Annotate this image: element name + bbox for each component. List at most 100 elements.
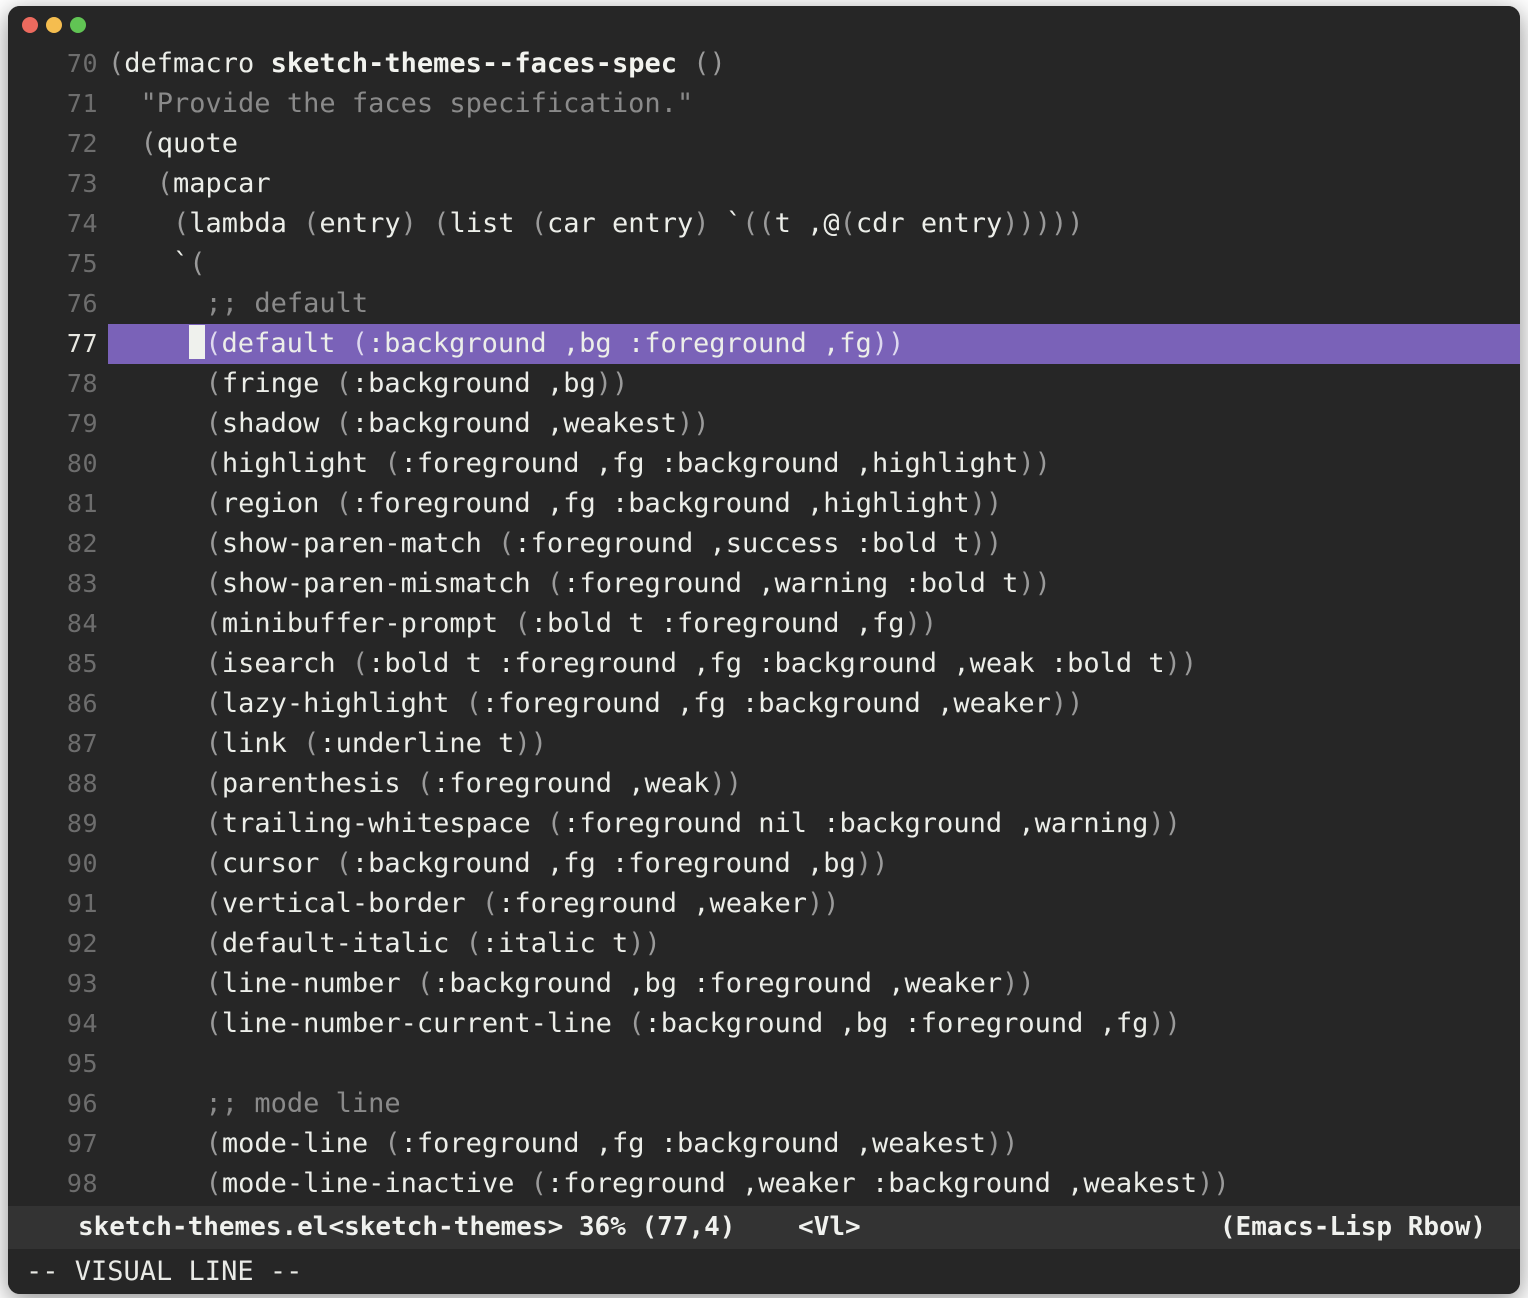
line-number: 89 bbox=[66, 809, 98, 838]
mode-line: sketch-themes.el<sketch-themes> 36% (77,… bbox=[8, 1206, 1520, 1249]
code-line-text[interactable]: "Provide the faces specification." bbox=[108, 84, 1520, 124]
code-line-text[interactable]: (show-paren-mismatch (:foreground ,warni… bbox=[108, 564, 1520, 604]
code-line-text[interactable]: (default-italic (:italic t)) bbox=[108, 924, 1520, 964]
code-line-current[interactable]: 77 (default (:background ,bg :foreground… bbox=[8, 324, 1520, 364]
maximize-window-icon[interactable] bbox=[70, 17, 86, 33]
line-number: 84 bbox=[66, 609, 98, 638]
code-buffer[interactable]: 70 (defmacro sketch-themes--faces-spec ()… bbox=[8, 44, 1520, 1206]
code-line-text[interactable]: ;; mode line bbox=[108, 1084, 1520, 1124]
line-number: 77 bbox=[66, 329, 98, 358]
line-number: 99 bbox=[8, 1204, 108, 1206]
code-line[interactable]: 87 (link (:underline t)) bbox=[8, 724, 1520, 764]
code-line[interactable]: 80 (highlight (:foreground ,fg :backgrou… bbox=[8, 444, 1520, 484]
code-line[interactable]: 99 bbox=[8, 1204, 1520, 1206]
code-line-text[interactable]: (default (:background ,bg :foreground ,f… bbox=[108, 324, 1520, 364]
line-number: 88 bbox=[66, 769, 98, 798]
code-line-text[interactable]: (minibuffer-prompt (:bold t :foreground … bbox=[108, 604, 1520, 644]
code-line-text[interactable]: (highlight (:foreground ,fg :background … bbox=[108, 444, 1520, 484]
code-line-text[interactable] bbox=[108, 1044, 1520, 1084]
line-number: 76 bbox=[66, 289, 98, 318]
line-number: 85 bbox=[66, 649, 98, 678]
code-line[interactable]: 76 ;; default bbox=[8, 284, 1520, 324]
code-line-text[interactable]: (line-number (:background ,bg :foregroun… bbox=[108, 964, 1520, 1004]
line-number: 72 bbox=[66, 129, 98, 158]
code-line[interactable]: 78 (fringe (:background ,bg)) bbox=[8, 364, 1520, 404]
line-number: 91 bbox=[66, 889, 98, 918]
code-line[interactable]: 70 (defmacro sketch-themes--faces-spec () bbox=[8, 44, 1520, 84]
code-line[interactable]: 79 (shadow (:background ,weakest)) bbox=[8, 404, 1520, 444]
line-number: 70 bbox=[66, 49, 98, 78]
line-number: 81 bbox=[66, 489, 98, 518]
code-line-text[interactable]: (shadow (:background ,weakest)) bbox=[108, 404, 1520, 444]
mode-line-left: sketch-themes.el<sketch-themes> 36% (77,… bbox=[78, 1212, 861, 1242]
code-line-text[interactable]: (quote bbox=[108, 124, 1520, 164]
line-number: 82 bbox=[66, 529, 98, 558]
code-line-text[interactable]: (lambda (entry) (list (car entry) `((t ,… bbox=[108, 204, 1520, 244]
minimize-window-icon[interactable] bbox=[46, 17, 62, 33]
code-line-text[interactable]: (mode-line-inactive (:foreground ,weaker… bbox=[108, 1164, 1520, 1204]
code-line[interactable]: 88 (parenthesis (:foreground ,weak)) bbox=[8, 764, 1520, 804]
line-number: 98 bbox=[66, 1169, 98, 1198]
code-line-text[interactable]: (vertical-border (:foreground ,weaker)) bbox=[108, 884, 1520, 924]
code-line[interactable]: 91 (vertical-border (:foreground ,weaker… bbox=[8, 884, 1520, 924]
code-line-text[interactable]: (lazy-highlight (:foreground ,fg :backgr… bbox=[108, 684, 1520, 724]
traffic-lights bbox=[22, 17, 86, 33]
line-number: 90 bbox=[66, 849, 98, 878]
code-line[interactable]: 92 (default-italic (:italic t)) bbox=[8, 924, 1520, 964]
line-number: 74 bbox=[66, 209, 98, 238]
code-line-text[interactable]: (cursor (:background ,fg :foreground ,bg… bbox=[108, 844, 1520, 884]
code-line-text[interactable]: (isearch (:bold t :foreground ,fg :backg… bbox=[108, 644, 1520, 684]
code-line[interactable]: 83 (show-paren-mismatch (:foreground ,wa… bbox=[8, 564, 1520, 604]
code-line[interactable]: 71 "Provide the faces specification." bbox=[8, 84, 1520, 124]
mode-line-major-mode: (Emacs-Lisp Rbow) bbox=[1219, 1212, 1486, 1242]
minibuffer[interactable]: -- VISUAL LINE -- bbox=[8, 1249, 1520, 1294]
code-line-text[interactable]: (show-paren-match (:foreground ,success … bbox=[108, 524, 1520, 564]
line-number: 80 bbox=[66, 449, 98, 478]
code-line[interactable]: 73 (mapcar bbox=[8, 164, 1520, 204]
code-line[interactable]: 98 (mode-line-inactive (:foreground ,wea… bbox=[8, 1164, 1520, 1204]
code-line-text[interactable]: (mapcar bbox=[108, 164, 1520, 204]
window-titlebar bbox=[8, 6, 1520, 44]
line-number: 86 bbox=[66, 689, 98, 718]
line-number: 94 bbox=[66, 1009, 98, 1038]
code-line[interactable]: 86 (lazy-highlight (:foreground ,fg :bac… bbox=[8, 684, 1520, 724]
code-line[interactable]: 94 (line-number-current-line (:backgroun… bbox=[8, 1004, 1520, 1044]
code-line[interactable]: 81 (region (:foreground ,fg :background … bbox=[8, 484, 1520, 524]
code-line-text[interactable]: ;; default bbox=[108, 284, 1520, 324]
code-line[interactable]: 75 `( bbox=[8, 244, 1520, 284]
code-line-text[interactable] bbox=[108, 1204, 1520, 1206]
code-line-text[interactable]: (line-number-current-line (:background ,… bbox=[108, 1004, 1520, 1044]
code-line-text[interactable]: (defmacro sketch-themes--faces-spec () bbox=[108, 44, 1520, 84]
code-line[interactable]: 93 (line-number (:background ,bg :foregr… bbox=[8, 964, 1520, 1004]
code-line[interactable]: 97 (mode-line (:foreground ,fg :backgrou… bbox=[8, 1124, 1520, 1164]
code-line-text[interactable]: `( bbox=[108, 244, 1520, 284]
code-line[interactable]: 89 (trailing-whitespace (:foreground nil… bbox=[8, 804, 1520, 844]
line-number: 78 bbox=[66, 369, 98, 398]
line-number: 73 bbox=[66, 169, 98, 198]
line-number: 79 bbox=[66, 409, 98, 438]
code-line-text[interactable]: (parenthesis (:foreground ,weak)) bbox=[108, 764, 1520, 804]
code-line[interactable]: 85 (isearch (:bold t :foreground ,fg :ba… bbox=[8, 644, 1520, 684]
line-number: 71 bbox=[66, 89, 98, 118]
line-number: 97 bbox=[66, 1129, 98, 1158]
code-line[interactable]: 95 bbox=[8, 1044, 1520, 1084]
code-line[interactable]: 74 (lambda (entry) (list (car entry) `((… bbox=[8, 204, 1520, 244]
line-number: 83 bbox=[66, 569, 98, 598]
line-number: 92 bbox=[66, 929, 98, 958]
code-line[interactable]: 90 (cursor (:background ,fg :foreground … bbox=[8, 844, 1520, 884]
code-line-text[interactable]: (fringe (:background ,bg)) bbox=[108, 364, 1520, 404]
close-window-icon[interactable] bbox=[22, 17, 38, 33]
code-line-text[interactable]: (mode-line (:foreground ,fg :background … bbox=[108, 1124, 1520, 1164]
line-number: 93 bbox=[66, 969, 98, 998]
code-line[interactable]: 96 ;; mode line bbox=[8, 1084, 1520, 1124]
code-line-text[interactable]: (link (:underline t)) bbox=[108, 724, 1520, 764]
code-line-text[interactable]: (region (:foreground ,fg :background ,hi… bbox=[108, 484, 1520, 524]
line-number: 95 bbox=[66, 1049, 98, 1078]
line-number: 75 bbox=[66, 249, 98, 278]
code-lines[interactable]: 70 (defmacro sketch-themes--faces-spec ()… bbox=[8, 44, 1520, 1206]
code-line[interactable]: 82 (show-paren-match (:foreground ,succe… bbox=[8, 524, 1520, 564]
code-line[interactable]: 72 (quote bbox=[8, 124, 1520, 164]
line-number: 87 bbox=[66, 729, 98, 758]
code-line-text[interactable]: (trailing-whitespace (:foreground nil :b… bbox=[108, 804, 1520, 844]
code-line[interactable]: 84 (minibuffer-prompt (:bold t :foregrou… bbox=[8, 604, 1520, 644]
